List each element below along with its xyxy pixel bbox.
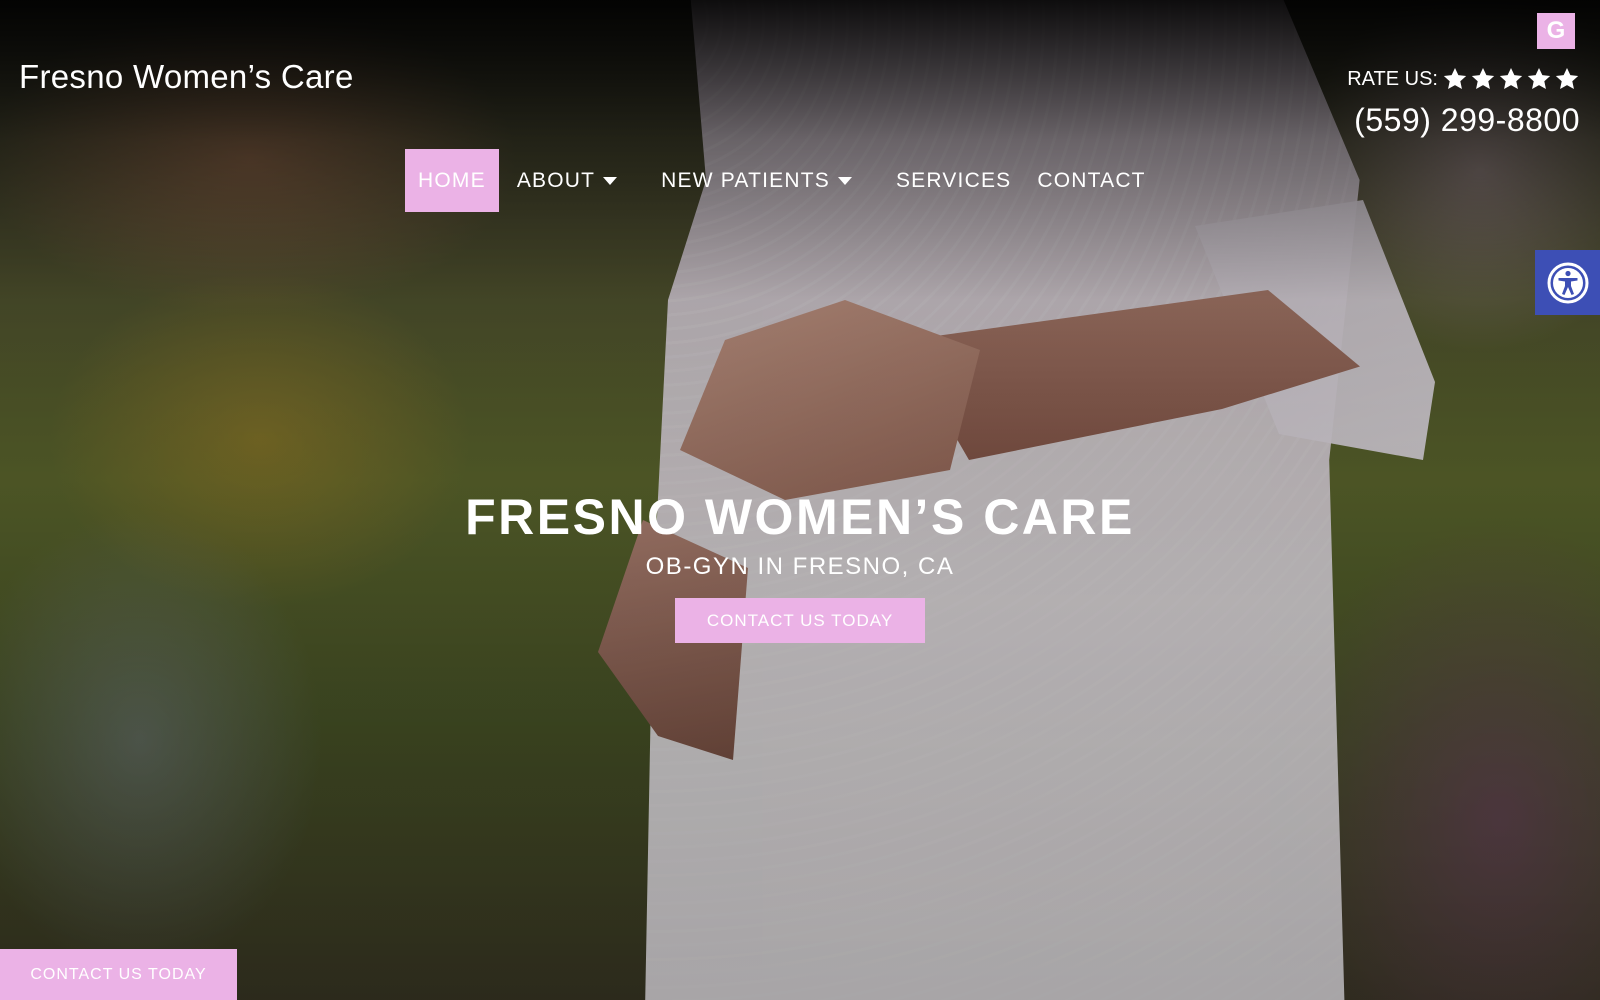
phone-number-link[interactable]: (559) 299-8800: [1354, 102, 1580, 139]
main-nav: HOME ABOUT NEW PATIENTS SERVICES CONTACT: [405, 149, 1159, 212]
star-icon[interactable]: [1442, 66, 1468, 92]
accessibility-button[interactable]: [1535, 250, 1600, 315]
site-title[interactable]: Fresno Women’s Care: [19, 58, 354, 96]
nav-item-label: ABOUT: [516, 168, 596, 192]
sticky-contact-us-button[interactable]: CONTACT US TODAY: [0, 949, 237, 1000]
rating-stars: [1442, 66, 1580, 92]
rate-us-label: RATE US:: [1347, 67, 1438, 90]
nav-item-label: NEW PATIENTS: [661, 168, 830, 192]
nav-item-label: CONTACT: [1037, 168, 1146, 192]
nav-item-label: SERVICES: [895, 168, 1012, 192]
hero-title: FRESNO WOMEN’S CARE: [465, 489, 1135, 545]
contact-us-button[interactable]: CONTACT US TODAY: [675, 598, 925, 643]
nav-item-home[interactable]: HOME: [405, 149, 499, 212]
star-icon[interactable]: [1498, 66, 1524, 92]
chevron-down-icon: [837, 176, 852, 185]
star-icon[interactable]: [1470, 66, 1496, 92]
nav-item-about[interactable]: ABOUT: [504, 149, 630, 212]
rate-us: RATE US:: [1347, 66, 1580, 92]
nav-item-contact[interactable]: CONTACT: [1024, 149, 1158, 212]
hero-subtitle: OB-GYN IN FRESNO, CA: [645, 553, 955, 580]
google-icon[interactable]: G: [1537, 13, 1575, 49]
chevron-down-icon: [603, 176, 618, 185]
nav-item-services[interactable]: SERVICES: [883, 149, 1024, 212]
star-icon[interactable]: [1526, 66, 1552, 92]
nav-item-label: HOME: [418, 168, 486, 192]
nav-item-new-patients[interactable]: NEW PATIENTS: [648, 149, 865, 212]
star-icon[interactable]: [1554, 66, 1580, 92]
accessibility-icon: [1547, 262, 1588, 303]
